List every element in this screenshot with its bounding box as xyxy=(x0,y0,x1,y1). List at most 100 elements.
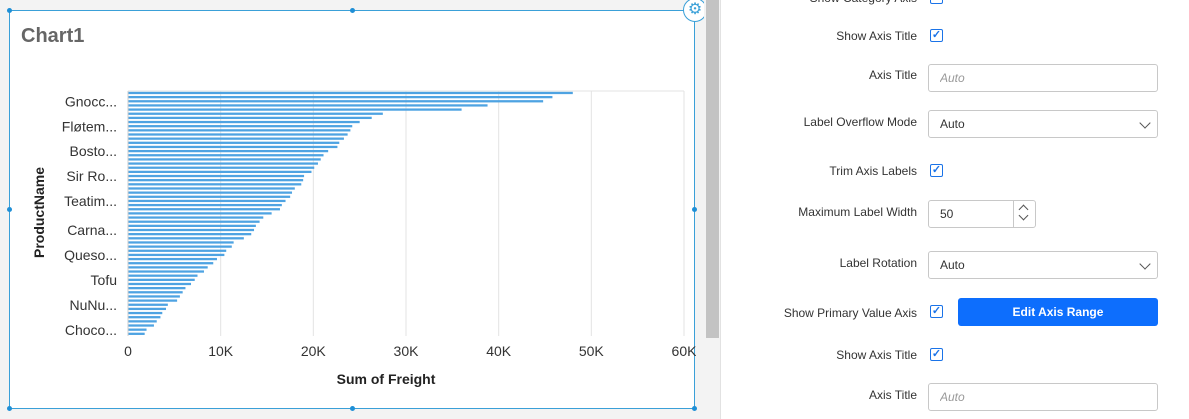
bar xyxy=(128,233,252,236)
category-tick-label: Gnocc... xyxy=(65,93,117,109)
bar xyxy=(128,100,544,103)
show-category-axis-title-label: Show Axis Title xyxy=(836,29,917,43)
category-tick-label: Carna... xyxy=(67,222,117,238)
bar xyxy=(128,145,338,149)
design-canvas: Chart1 0 10K 20K 30K 40K 50K 60K Gnocc... Fløtem… xyxy=(0,0,707,419)
category-tick-label: Fløtem... xyxy=(62,118,117,134)
bar xyxy=(128,158,321,161)
show-category-axis-label: Show Category Axis xyxy=(810,0,917,14)
bar xyxy=(128,149,329,153)
bar xyxy=(128,241,234,244)
category-axis-title-row: Axis Title xyxy=(721,64,1189,96)
chart-widget[interactable]: Chart1 0 10K 20K 30K 40K 50K 60K Gnocc... Fløtem… xyxy=(7,8,697,411)
x-tick-label: 20K xyxy=(301,343,327,359)
bar xyxy=(128,129,351,132)
bar xyxy=(128,174,305,178)
x-tick-label: 50K xyxy=(579,343,605,359)
bar xyxy=(128,332,145,335)
category-tick-label: Queso... xyxy=(64,247,117,263)
canvas-scrollbar-thumb[interactable] xyxy=(706,0,719,338)
bar xyxy=(128,237,244,240)
bar xyxy=(128,316,161,319)
bar xyxy=(128,166,315,169)
bar xyxy=(128,299,178,302)
show-primary-value-axis-row: Show Primary Value Axis ✓ Edit Axis Rang… xyxy=(721,298,1189,330)
label-overflow-mode-row: Label Overflow Mode Auto xyxy=(721,110,1189,142)
trim-axis-labels-checkbox[interactable]: ✓ xyxy=(930,164,943,177)
bar xyxy=(128,120,360,124)
bar xyxy=(128,311,163,315)
edit-axis-range-button[interactable]: Edit Axis Range xyxy=(958,298,1158,326)
chevron-down-icon xyxy=(1139,258,1151,270)
maximum-label-width-label: Maximum Label Width xyxy=(798,205,917,219)
maximum-label-width-stepper[interactable]: 50 xyxy=(928,200,1036,228)
bar xyxy=(128,170,312,174)
bar xyxy=(128,216,264,219)
label-rotation-value: Auto xyxy=(940,258,965,272)
bar xyxy=(128,199,286,203)
bar xyxy=(128,95,553,99)
maximum-label-width-value: 50 xyxy=(940,207,954,221)
show-value-axis-title-row: Show Axis Title ✓ xyxy=(721,339,1189,371)
bar xyxy=(128,141,340,144)
value-axis-title-label: Axis Title xyxy=(868,388,917,402)
bar xyxy=(128,324,154,327)
bar xyxy=(128,104,488,107)
label-rotation-dropdown[interactable]: Auto xyxy=(928,251,1158,279)
bar xyxy=(128,116,372,120)
bar xyxy=(128,228,255,232)
value-axis-title-input[interactable] xyxy=(928,383,1158,411)
x-tick-label: 30K xyxy=(394,343,420,359)
show-value-axis-title-checkbox[interactable]: ✓ xyxy=(930,348,943,361)
chevron-down-icon[interactable] xyxy=(1018,210,1029,221)
bar xyxy=(128,183,302,186)
bar xyxy=(128,274,198,277)
bar xyxy=(128,108,462,111)
category-tick-label: Bosto... xyxy=(70,143,117,159)
bar xyxy=(128,307,166,311)
bar xyxy=(128,208,280,211)
bar xyxy=(128,187,295,190)
bar xyxy=(128,282,192,286)
bar xyxy=(128,291,183,294)
bar xyxy=(128,195,291,198)
show-value-axis-title-label: Show Axis Title xyxy=(836,348,917,362)
bar xyxy=(128,287,186,290)
label-overflow-mode-value: Auto xyxy=(940,117,965,131)
category-tick-label: Choco... xyxy=(65,322,117,338)
category-tick-label: NuNu... xyxy=(70,297,117,313)
bar xyxy=(128,203,282,207)
bar xyxy=(128,125,353,128)
show-category-axis-checkbox[interactable]: ✓ xyxy=(930,0,943,4)
show-category-axis-title-row: Show Axis Title ✓ xyxy=(721,20,1189,52)
x-tick-label: 40K xyxy=(486,343,512,359)
category-axis-title-label: Axis Title xyxy=(868,68,917,82)
bar xyxy=(128,262,214,265)
category-tick-label: Teatim... xyxy=(64,193,117,209)
x-tick-label: 60K xyxy=(672,343,696,359)
bar xyxy=(128,179,304,182)
bar xyxy=(128,91,573,95)
trim-axis-labels-row: Trim Axis Labels ✓ xyxy=(721,155,1189,187)
show-primary-value-axis-checkbox[interactable]: ✓ xyxy=(930,305,943,318)
category-axis-title-input[interactable] xyxy=(928,64,1158,92)
label-overflow-mode-label: Label Overflow Mode xyxy=(803,115,917,129)
stepper-buttons[interactable] xyxy=(1013,201,1035,227)
bar xyxy=(128,320,157,323)
show-category-axis-title-checkbox[interactable]: ✓ xyxy=(930,29,943,42)
bar xyxy=(128,220,260,223)
bar xyxy=(128,295,180,298)
bar xyxy=(128,249,227,252)
category-tick-label: Sir Ro... xyxy=(66,168,117,184)
value-axis-title-row: Axis Title xyxy=(721,383,1189,415)
y-axis-title: ProductName xyxy=(31,167,47,258)
bar xyxy=(128,266,208,269)
bar xyxy=(128,278,195,281)
bar xyxy=(128,212,272,215)
bar xyxy=(128,253,225,257)
bar xyxy=(128,191,293,194)
label-overflow-mode-dropdown[interactable]: Auto xyxy=(928,110,1158,138)
bar xyxy=(128,112,383,115)
show-primary-value-axis-label: Show Primary Value Axis xyxy=(783,306,917,320)
label-rotation-label: Label Rotation xyxy=(839,256,917,270)
